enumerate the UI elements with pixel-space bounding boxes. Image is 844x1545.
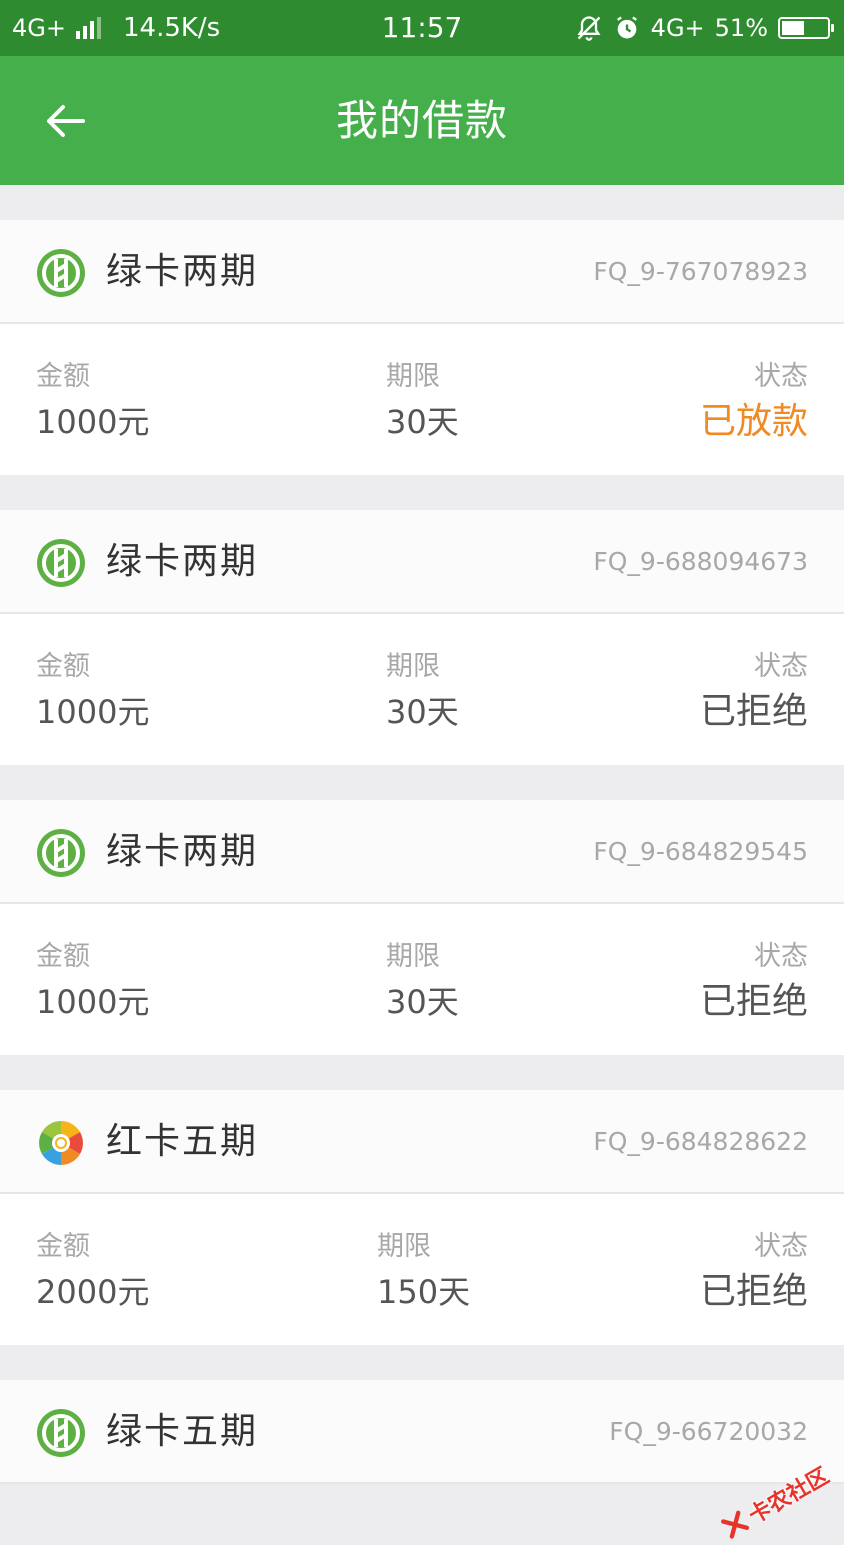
- order-number: FQ_9-66720032: [609, 1417, 808, 1446]
- battery-icon: [778, 17, 834, 39]
- amount-label: 金额: [36, 1231, 90, 1262]
- term-label: 期限: [377, 1231, 431, 1262]
- loan-card-header: 红卡五期 FQ_9-684828622: [0, 1090, 844, 1194]
- order-number: FQ_9-688094673: [593, 547, 808, 576]
- status-label: 状态: [754, 361, 808, 392]
- green-card-logo-icon: [37, 249, 85, 297]
- loan-card[interactable]: 绿卡五期 FQ_9-66720032: [0, 1380, 844, 1484]
- term-column: 期限 150天: [377, 1194, 470, 1312]
- loan-list: 绿卡两期 FQ_9-767078923 金额 1000元 期限 30天 状态 已…: [0, 185, 844, 1484]
- amount-column: 金额 2000元: [36, 1194, 149, 1312]
- term-label: 期限: [386, 361, 440, 392]
- green-card-logo-icon: [37, 1409, 85, 1457]
- green-card-logo-icon: [37, 539, 85, 587]
- status-column: 状态 已拒绝: [700, 904, 808, 1022]
- status-value: 已拒绝: [699, 1271, 808, 1312]
- network-type-right: 4G+: [650, 14, 705, 42]
- status-label: 状态: [754, 941, 808, 972]
- product-name: 绿卡两期: [106, 831, 259, 872]
- order-number: FQ_9-767078923: [593, 257, 808, 286]
- loan-card[interactable]: 绿卡两期 FQ_9-688094673 金额 1000元 期限 30天 状态 已…: [0, 510, 844, 765]
- loan-card-header: 绿卡两期 FQ_9-684829545: [0, 800, 844, 904]
- page-title: 我的借款: [335, 96, 508, 145]
- term-column: 期限 30天: [386, 324, 459, 442]
- order-number: FQ_9-684829545: [593, 837, 808, 866]
- loan-card-body: 金额 1000元 期限 30天 状态 已放款: [0, 324, 844, 475]
- loan-card-header: 绿卡五期 FQ_9-66720032: [0, 1380, 844, 1484]
- amount-column: 金额 1000元: [36, 904, 149, 1022]
- amount-value: 2000元: [36, 1273, 150, 1311]
- alarm-icon: [616, 16, 637, 39]
- loan-card-header: 绿卡两期 FQ_9-688094673: [0, 510, 844, 614]
- loan-card[interactable]: 绿卡两期 FQ_9-684829545 金额 1000元 期限 30天 状态 已…: [0, 800, 844, 1055]
- amount-value: 1000元: [36, 983, 150, 1021]
- term-value: 150天: [377, 1273, 471, 1311]
- status-column: 状态 已拒绝: [700, 1194, 808, 1312]
- amount-label: 金额: [36, 651, 90, 682]
- status-bar: 4G+ 14.5K/s 11:57 4G+ 51%: [0, 0, 844, 56]
- product-name: 绿卡五期: [106, 1411, 259, 1452]
- status-value: 已放款: [699, 401, 808, 442]
- battery-percent: 51%: [714, 14, 768, 42]
- notification-off-icon: [577, 16, 601, 41]
- status-label: 状态: [754, 1231, 808, 1262]
- product-name: 红卡五期: [106, 1121, 259, 1162]
- status-value: 已拒绝: [699, 691, 808, 732]
- red-card-logo-icon: [39, 1121, 83, 1165]
- status-column: 状态 已拒绝: [700, 614, 808, 732]
- loan-card[interactable]: 红卡五期 FQ_9-684828622 金额 2000元 期限 150天 状态 …: [0, 1090, 844, 1345]
- loan-card[interactable]: 绿卡两期 FQ_9-767078923 金额 1000元 期限 30天 状态 已…: [0, 220, 844, 475]
- product-name: 绿卡两期: [106, 541, 259, 582]
- amount-label: 金额: [36, 361, 90, 392]
- loan-card-body: 金额 1000元 期限 30天 状态 已拒绝: [0, 904, 844, 1055]
- app-bar: 我的借款: [0, 56, 844, 185]
- status-right: 4G+ 51%: [575, 0, 834, 56]
- amount-label: 金额: [36, 941, 90, 972]
- amount-value: 1000元: [36, 403, 150, 441]
- order-number: FQ_9-684828622: [593, 1127, 808, 1156]
- loan-card-body: 金额 1000元 期限 30天 状态 已拒绝: [0, 614, 844, 765]
- product-name: 绿卡两期: [106, 251, 259, 292]
- term-value: 30天: [386, 693, 459, 731]
- term-label: 期限: [386, 941, 440, 972]
- term-label: 期限: [386, 651, 440, 682]
- term-column: 期限 30天: [386, 904, 459, 1022]
- status-label: 状态: [754, 651, 808, 682]
- term-value: 30天: [386, 983, 459, 1021]
- term-column: 期限 30天: [386, 614, 459, 732]
- status-value: 已拒绝: [699, 981, 808, 1022]
- status-column: 状态 已放款: [700, 324, 808, 442]
- amount-value: 1000元: [36, 693, 150, 731]
- loan-card-body: 金额 2000元 期限 150天 状态 已拒绝: [0, 1194, 844, 1345]
- amount-column: 金额 1000元: [36, 614, 149, 732]
- amount-column: 金额 1000元: [36, 324, 149, 442]
- term-value: 30天: [386, 403, 459, 441]
- loan-card-header: 绿卡两期 FQ_9-767078923: [0, 220, 844, 324]
- green-card-logo-icon: [37, 829, 85, 877]
